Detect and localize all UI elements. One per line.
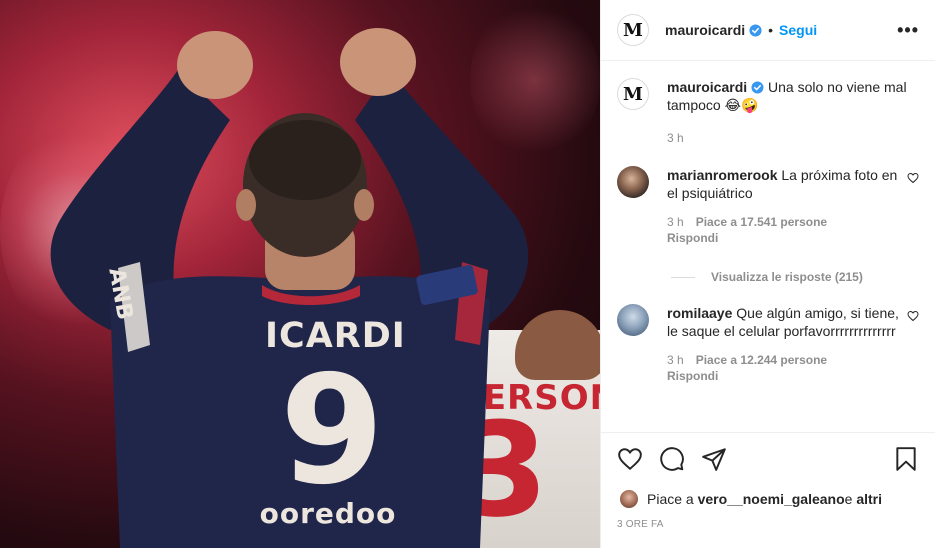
reply-button[interactable]: Rispondi [667,368,902,384]
post-actions: Piace a vero__noemi_galeano e altri 3 OR… [601,432,935,530]
avatar[interactable] [617,166,649,198]
liked-by: Piace a vero__noemi_galeano e altri [617,489,919,509]
caption-time: 3 h [667,131,684,145]
post-side-panel: M mauroicardi • Segui ••• M mauroicardi … [600,0,935,548]
verified-badge-icon [749,23,762,37]
avatar[interactable] [617,304,649,336]
comment-username[interactable]: marianromerook [667,167,777,183]
post-timestamp: 3 ORE FA [617,519,664,530]
view-replies-button[interactable]: Visualizza le risposte (215) [671,270,919,284]
comment-item: marianromerook La próxima foto en el psi… [617,166,919,246]
share-icon[interactable] [701,446,727,472]
post-photo[interactable]: MERSON 3 ANB ICARDI 9 o [0,0,600,548]
avatar[interactable] [619,489,639,509]
comment-time: 3 h [667,215,684,229]
comments-list[interactable]: M mauroicardi Una solo no viene mal tamp… [601,62,935,432]
verified-badge-icon [751,81,764,94]
liked-by-user[interactable]: vero__noemi_galeano [698,491,845,507]
comment-likes[interactable]: Piace a 12.244 persone [696,353,827,367]
heart-icon[interactable] [907,310,919,322]
comment-item: romilaaye Que algún amigo, si tiene, le … [617,304,919,384]
shirt-sponsor: ooredoo [259,497,397,530]
separator-dot: • [768,22,774,38]
comment-icon[interactable] [659,446,685,472]
caption-username[interactable]: mauroicardi [667,79,747,95]
author-avatar[interactable]: M [617,78,649,110]
post-header: M mauroicardi • Segui ••• [601,0,935,61]
more-options-icon[interactable]: ••• [897,20,919,41]
comment-likes[interactable]: Piace a 17.541 persone [696,215,827,229]
reply-button[interactable]: Rispondi [667,230,902,246]
author-avatar[interactable]: M [617,14,649,46]
liked-by-middle: e [844,491,853,507]
view-replies-label: Visualizza le risposte (215) [711,270,863,284]
liked-by-prefix: Piace a [647,491,694,507]
author-username[interactable]: mauroicardi [665,22,745,38]
liked-by-others[interactable]: altri [856,491,882,507]
comment-time: 3 h [667,353,684,367]
bookmark-icon[interactable] [893,446,919,472]
instagram-post: MERSON 3 ANB ICARDI 9 o [0,0,935,548]
comment-username[interactable]: romilaaye [667,305,732,321]
follow-button[interactable]: Segui [779,22,817,38]
divider-line [671,276,695,278]
post-caption: M mauroicardi Una solo no viene mal tamp… [617,78,919,146]
heart-icon[interactable] [907,172,919,184]
heart-icon[interactable] [617,446,643,472]
shirt-number: 9 [279,344,385,518]
